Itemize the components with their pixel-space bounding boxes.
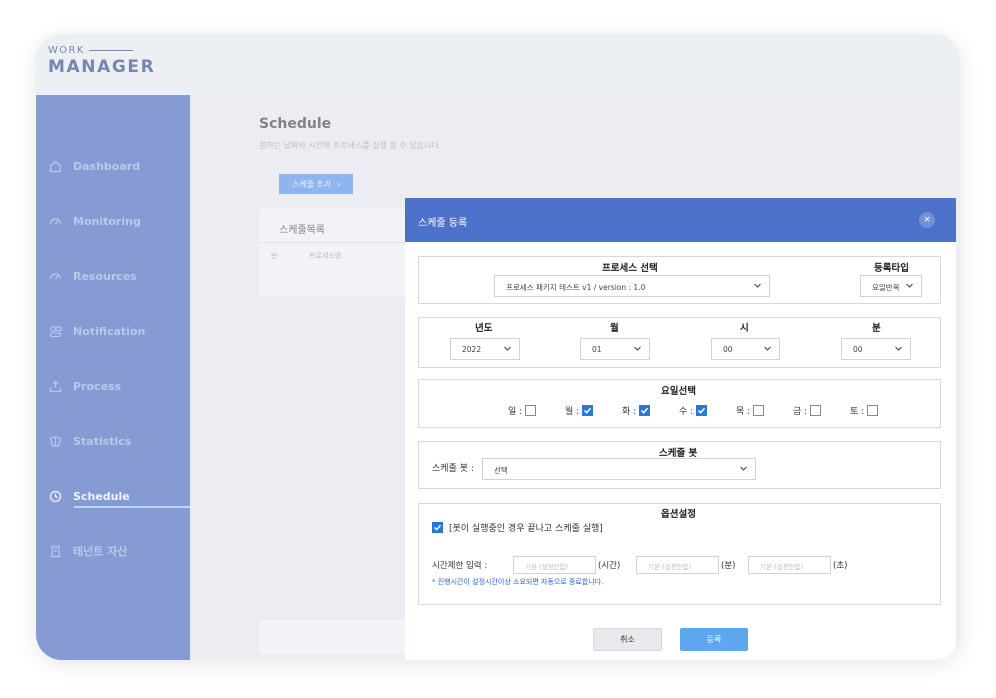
weekday-section: 요일선택 일 : 월 : 화 : 수 : 목 : 금 : 토 : bbox=[418, 379, 941, 428]
unit-second: (초) bbox=[833, 561, 848, 571]
chevron-down-icon bbox=[905, 281, 914, 292]
checkbox[interactable] bbox=[525, 405, 537, 416]
modal-title: 스케줄 등록 bbox=[418, 218, 468, 229]
process-select-value: 프로세스 패키지 테스트 v1 / version : 1.0 bbox=[506, 283, 646, 292]
weekday-sun-label: 일 : bbox=[508, 407, 523, 417]
bot-select[interactable]: 선택 bbox=[482, 458, 756, 480]
check-icon bbox=[698, 407, 706, 414]
second-limit-input[interactable]: 기본 (설정안함) bbox=[748, 556, 831, 574]
register-type-label: 등록타입 bbox=[874, 263, 909, 274]
chevron-down-icon bbox=[763, 344, 772, 355]
chevron-down-icon bbox=[633, 344, 642, 355]
weekday-mon[interactable]: 월 : bbox=[565, 404, 594, 417]
checkbox[interactable] bbox=[582, 405, 594, 416]
chevron-down-icon bbox=[894, 344, 903, 355]
weekday-sat-label: 토 : bbox=[850, 407, 865, 417]
hour-value: 00 bbox=[723, 345, 733, 354]
year-select[interactable]: 2022 bbox=[450, 338, 520, 360]
submit-button[interactable]: 등록 bbox=[680, 628, 748, 651]
options-label: 옵션설정 bbox=[661, 509, 696, 520]
checkbox[interactable] bbox=[639, 405, 651, 416]
year-value: 2022 bbox=[462, 345, 482, 354]
minute-select[interactable]: 00 bbox=[841, 338, 911, 360]
options-section: 옵션설정 [봇이 실행중인 경우 끝나고 스케줄 실행] 시간제한 입력 : 기… bbox=[418, 503, 941, 605]
placeholder: 기본 (설정안함) bbox=[525, 563, 569, 571]
bot-section-label: 스케줄 봇 bbox=[659, 448, 698, 459]
chevron-down-icon bbox=[739, 464, 748, 475]
month-value: 01 bbox=[592, 345, 602, 354]
unit-minute: (분) bbox=[721, 561, 736, 571]
weekday-sun[interactable]: 일 : bbox=[508, 404, 537, 417]
month-select[interactable]: 01 bbox=[580, 338, 650, 360]
weekday-fri[interactable]: 금 : bbox=[793, 404, 822, 417]
year-label: 년도 bbox=[475, 323, 493, 334]
minute-limit-input[interactable]: 기본 (설정안함) bbox=[636, 556, 719, 574]
placeholder: 기본 (설정안함) bbox=[648, 563, 692, 571]
process-select[interactable]: 프로세스 패키지 테스트 v1 / version : 1.0 bbox=[494, 275, 770, 297]
weekday-mon-label: 월 : bbox=[565, 407, 580, 417]
process-section: 프로세스 선택 등록타입 프로세스 패키지 테스트 v1 / version :… bbox=[418, 256, 941, 304]
weekday-wed[interactable]: 수 : bbox=[679, 404, 708, 417]
time-limit-note: * 진행시간이 설정시간이상 소요되면 자동으로 종료합니다. bbox=[432, 578, 604, 586]
weekday-wed-label: 수 : bbox=[679, 407, 694, 417]
checkbox[interactable] bbox=[432, 522, 443, 533]
weekday-label: 요일선택 bbox=[661, 386, 696, 397]
wait-bot-option-label: [봇이 실행중인 경우 끝나고 스케줄 실행] bbox=[449, 524, 603, 534]
chevron-down-icon bbox=[503, 344, 512, 355]
weekday-sat[interactable]: 토 : bbox=[850, 404, 879, 417]
checkbox[interactable] bbox=[867, 405, 879, 416]
weekday-tue-label: 화 : bbox=[622, 407, 637, 417]
process-select-label: 프로세스 선택 bbox=[602, 263, 658, 274]
datetime-section: 년도 월 시 분 2022 01 00 00 bbox=[418, 317, 941, 368]
chevron-down-icon bbox=[753, 281, 762, 292]
weekday-thu[interactable]: 목 : bbox=[736, 404, 765, 417]
bot-select-value: 선택 bbox=[494, 466, 508, 475]
weekday-tue[interactable]: 화 : bbox=[622, 404, 651, 417]
checkbox[interactable] bbox=[753, 405, 765, 416]
bot-field-label: 스케줄 봇 : bbox=[432, 464, 474, 474]
check-icon bbox=[584, 407, 592, 414]
checkbox[interactable] bbox=[810, 405, 822, 416]
minute-value: 00 bbox=[853, 345, 863, 354]
unit-hour: (시간) bbox=[598, 561, 621, 571]
time-limit-label: 시간제한 입력 : bbox=[432, 561, 488, 571]
close-icon[interactable]: × bbox=[919, 212, 935, 228]
bot-section: 스케줄 봇 스케줄 봇 : 선택 bbox=[418, 441, 941, 489]
check-icon bbox=[641, 407, 649, 414]
placeholder: 기본 (설정안함) bbox=[760, 563, 804, 571]
hour-select[interactable]: 00 bbox=[711, 338, 780, 360]
weekday-fri-label: 금 : bbox=[793, 407, 808, 417]
weekday-thu-label: 목 : bbox=[736, 407, 751, 417]
schedule-register-modal: 스케줄 등록 × 프로세스 선택 등록타입 프로세스 패키지 테스트 v1 / … bbox=[405, 198, 956, 660]
minute-label: 분 bbox=[872, 323, 881, 334]
check-icon bbox=[433, 524, 442, 531]
app-window: WORK MANAGER Dashboard Monitoring Resour… bbox=[36, 34, 960, 660]
cancel-button[interactable]: 취소 bbox=[593, 628, 662, 651]
hour-label: 시 bbox=[740, 323, 749, 334]
hour-limit-input[interactable]: 기본 (설정안함) bbox=[513, 556, 596, 574]
wait-bot-option[interactable]: [봇이 실행중인 경우 끝나고 스케줄 실행] bbox=[432, 521, 603, 534]
month-label: 월 bbox=[610, 323, 619, 334]
register-type-value: 요일반복 bbox=[872, 283, 900, 292]
checkbox[interactable] bbox=[696, 405, 708, 416]
modal-header: 스케줄 등록 × bbox=[405, 198, 956, 242]
register-type-select[interactable]: 요일반복 bbox=[860, 275, 922, 297]
